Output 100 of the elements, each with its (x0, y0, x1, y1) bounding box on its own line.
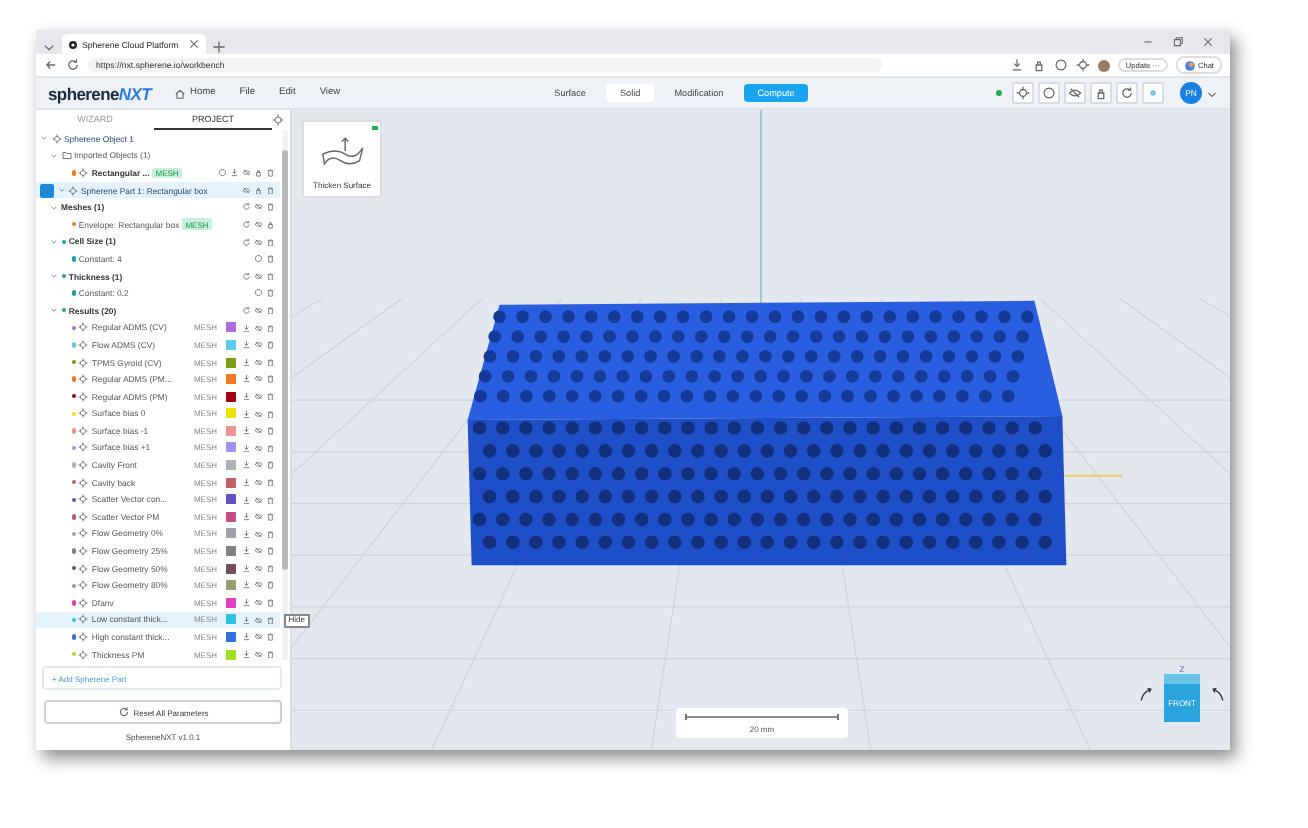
trash-icon[interactable] (265, 426, 274, 436)
download-icon[interactable] (229, 168, 238, 178)
download-icon[interactable] (241, 409, 250, 419)
color-swatch[interactable] (226, 597, 236, 608)
rotate-right-icon[interactable] (1210, 685, 1226, 701)
download-icon[interactable] (1009, 58, 1024, 72)
hide-icon[interactable] (253, 443, 262, 453)
trash-icon[interactable] (265, 495, 274, 505)
trash-icon[interactable] (265, 391, 274, 401)
back-icon[interactable] (44, 58, 58, 72)
refresh-icon[interactable] (241, 271, 250, 281)
color-swatch[interactable] (226, 408, 236, 419)
download-icon[interactable] (241, 615, 250, 625)
hide-icon[interactable] (253, 529, 262, 539)
download-icon[interactable] (241, 495, 250, 505)
color-swatch[interactable] (226, 460, 236, 471)
hide-icon[interactable] (253, 391, 262, 401)
trash-icon[interactable] (265, 632, 274, 642)
hide-icon[interactable] (253, 477, 262, 487)
hide-icon[interactable] (253, 202, 262, 212)
download-icon[interactable] (241, 477, 250, 487)
trash-icon[interactable] (265, 563, 274, 573)
color-swatch[interactable] (226, 563, 236, 574)
trash-icon[interactable] (265, 580, 274, 590)
download-icon[interactable] (241, 391, 250, 401)
caret-icon[interactable] (1206, 87, 1218, 99)
color-swatch[interactable] (226, 546, 236, 557)
download-icon[interactable] (241, 323, 250, 333)
color-swatch[interactable] (226, 442, 236, 453)
color-swatch[interactable] (226, 528, 236, 539)
hide-icon[interactable] (253, 220, 262, 230)
trash-icon[interactable] (265, 185, 274, 195)
close-icon[interactable] (1202, 36, 1214, 48)
trash-icon[interactable] (265, 340, 274, 350)
refresh-icon[interactable] (241, 220, 250, 230)
download-icon[interactable] (241, 580, 250, 590)
color-swatch[interactable] (226, 425, 236, 436)
hide-icon[interactable] (253, 460, 262, 470)
hide-icon[interactable] (253, 340, 262, 350)
lock-icon[interactable] (1031, 58, 1046, 72)
hide-icon[interactable] (253, 563, 262, 573)
download-icon[interactable] (241, 649, 250, 659)
trash-icon[interactable] (265, 357, 274, 367)
color-swatch[interactable] (226, 339, 236, 350)
hide-icon[interactable] (253, 580, 262, 590)
trash-icon[interactable] (265, 529, 274, 539)
trash-icon[interactable] (265, 598, 274, 608)
trash-icon[interactable] (265, 168, 274, 178)
download-icon[interactable] (241, 460, 250, 470)
trash-icon[interactable] (265, 477, 274, 487)
hide-icon[interactable] (253, 323, 262, 333)
hide-icon[interactable] (253, 598, 262, 608)
trash-icon[interactable] (265, 460, 274, 470)
hide-icon[interactable] (253, 409, 262, 419)
trash-icon[interactable] (265, 323, 274, 333)
color-swatch[interactable] (226, 511, 236, 522)
trash-icon[interactable] (265, 546, 274, 556)
download-icon[interactable] (241, 529, 250, 539)
hide-icon[interactable] (241, 185, 250, 195)
trash-icon[interactable] (265, 202, 274, 212)
hide-icon[interactable] (253, 271, 262, 281)
download-icon[interactable] (241, 632, 250, 642)
trash-icon[interactable] (265, 512, 274, 522)
trash-icon[interactable] (265, 649, 274, 659)
color-swatch[interactable] (226, 580, 236, 591)
collapse-caret-icon[interactable] (57, 186, 65, 195)
trash-icon[interactable] (265, 305, 274, 315)
hide-icon[interactable] (253, 546, 262, 556)
refresh-icon[interactable] (241, 202, 250, 212)
color-swatch[interactable] (226, 357, 236, 368)
color-swatch[interactable] (226, 632, 236, 643)
lock-icon[interactable] (253, 185, 262, 195)
reload-icon[interactable] (66, 58, 80, 72)
trash-icon[interactable] (265, 409, 274, 419)
checkbox[interactable] (40, 183, 54, 198)
lock-icon[interactable] (253, 168, 262, 178)
hide-icon[interactable] (253, 649, 262, 659)
tab-list-icon[interactable] (42, 40, 56, 54)
color-swatch[interactable] (226, 374, 236, 385)
hide-icon[interactable] (241, 168, 250, 178)
trash-icon[interactable] (265, 254, 274, 264)
download-icon[interactable] (241, 340, 250, 350)
color-swatch[interactable] (226, 614, 236, 625)
hide-icon[interactable] (253, 632, 262, 642)
refresh-icon[interactable] (241, 305, 250, 315)
hide-icon[interactable] (253, 357, 262, 367)
hide-icon[interactable] (253, 495, 262, 505)
hide-icon[interactable] (253, 374, 262, 384)
refresh-icon[interactable] (241, 237, 250, 247)
restore-icon[interactable] (1172, 36, 1184, 48)
download-icon[interactable] (241, 374, 250, 384)
color-swatch[interactable] (226, 494, 236, 505)
rotate-left-icon[interactable] (1138, 685, 1154, 701)
download-icon[interactable] (241, 563, 250, 573)
new-tab-icon[interactable] (212, 40, 226, 54)
download-icon[interactable] (241, 512, 250, 522)
minimize-icon[interactable] (1142, 36, 1154, 48)
hide-icon[interactable] (253, 426, 262, 436)
trash-icon[interactable] (265, 443, 274, 453)
trash-icon[interactable] (265, 271, 274, 281)
